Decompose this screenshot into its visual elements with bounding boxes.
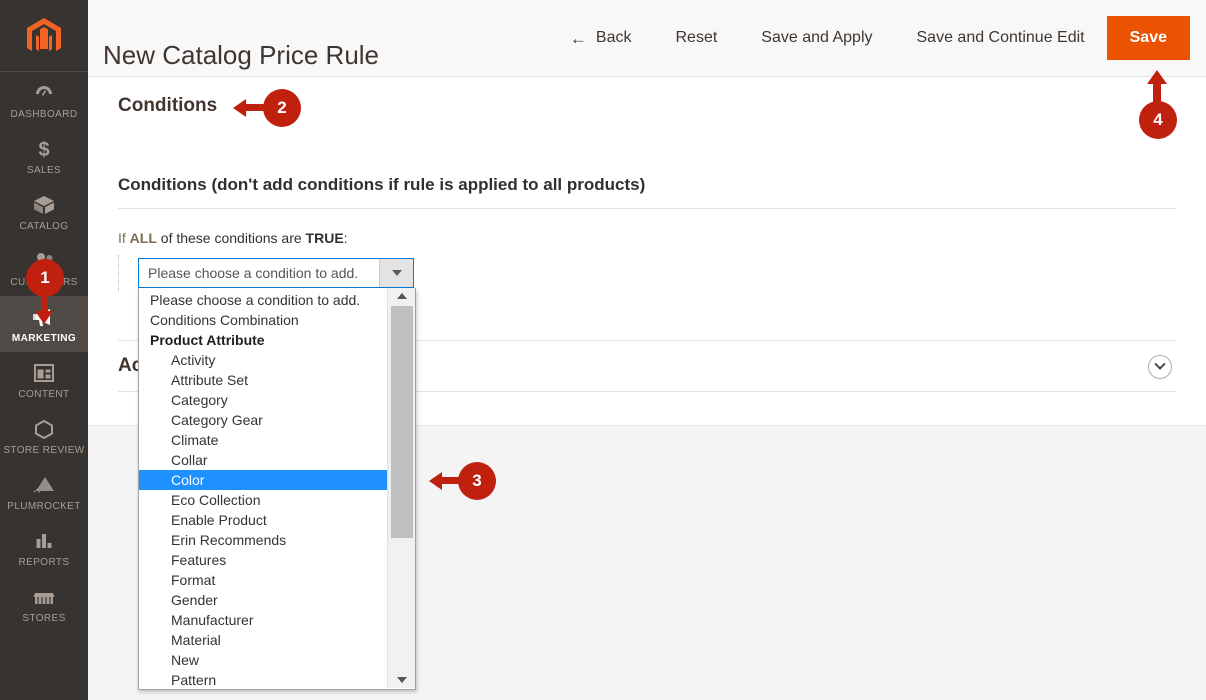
magento-logo-icon[interactable]	[0, 0, 88, 72]
condition-select-value: Please choose a condition to add.	[139, 259, 379, 287]
sidebar-item-plumrocket[interactable]: PLUMROCKET	[0, 464, 88, 520]
dropdown-option[interactable]: Format	[139, 570, 387, 590]
sidebar-item-reports[interactable]: REPORTS	[0, 520, 88, 576]
svg-text:$: $	[38, 139, 49, 160]
condition-colon: :	[344, 230, 348, 246]
scrollbar-thumb[interactable]	[391, 306, 413, 538]
condition-middle-label: of these conditions are	[161, 230, 302, 246]
sidebar-item-label: DASHBOARD	[2, 109, 86, 121]
storefront-icon	[2, 584, 86, 610]
sidebar-item-store-review[interactable]: STORE REVIEW	[0, 408, 88, 464]
dropdown-option[interactable]: Attribute Set	[139, 370, 387, 390]
arrow-left-icon: ←	[570, 30, 587, 47]
dropdown-option[interactable]: Eco Collection	[139, 490, 387, 510]
condition-select-dropdown[interactable]: Please choose a condition to add.Conditi…	[138, 288, 416, 690]
annotation-bubble-label: 2	[263, 89, 301, 127]
dropdown-option[interactable]: New	[139, 650, 387, 670]
hexagon-icon	[2, 416, 86, 442]
dropdown-option[interactable]: Enable Product	[139, 510, 387, 530]
page-header: New Catalog Price Rule ← Back Reset Save…	[88, 0, 1206, 77]
dropdown-option[interactable]: Category Gear	[139, 410, 387, 430]
layout-icon	[2, 360, 86, 386]
screen-root: DASHBOARD $ SALES CATALOG CUSTOMERS MARK…	[0, 0, 1206, 700]
save-button[interactable]: Save	[1107, 16, 1190, 60]
sidebar-item-label: STORE REVIEW	[2, 445, 86, 457]
sidebar-item-sales[interactable]: $ SALES	[0, 128, 88, 184]
condition-value-link[interactable]: TRUE	[306, 230, 344, 246]
condition-if-label: If	[118, 230, 126, 246]
sidebar-item-catalog[interactable]: CATALOG	[0, 184, 88, 240]
sidebar-item-stores[interactable]: STORES	[0, 576, 88, 632]
dropdown-option[interactable]: Activity	[139, 350, 387, 370]
sidebar-item-label: PLUMROCKET	[2, 501, 86, 513]
sidebar-item-label: REPORTS	[2, 557, 86, 569]
arrow-down-icon	[35, 311, 53, 324]
condition-aggregator-link[interactable]: ALL	[130, 230, 157, 246]
chevron-down-circle-icon[interactable]	[1148, 355, 1172, 379]
dropdown-option-selected[interactable]: Color	[139, 470, 387, 490]
condition-option-list[interactable]: Please choose a condition to add.Conditi…	[139, 288, 387, 688]
dropdown-option[interactable]: Collar	[139, 450, 387, 470]
back-button[interactable]: ← Back	[548, 19, 654, 57]
dropdown-option[interactable]: Erin Recommends	[139, 530, 387, 550]
sidebar-item-label: MARKETING	[2, 333, 86, 345]
dropdown-option[interactable]: Features	[139, 550, 387, 570]
condition-intro-text: If ALL of these conditions are TRUE:	[118, 230, 348, 246]
pyramid-icon	[2, 472, 86, 498]
annotation-marker-1: 1	[26, 259, 64, 297]
dropdown-option[interactable]: Manufacturer	[139, 610, 387, 630]
sidebar-item-label: CONTENT	[2, 389, 86, 401]
conditions-section-title: Conditions	[118, 95, 217, 117]
sidebar-item-content[interactable]: CONTENT	[0, 352, 88, 408]
sidebar-item-label: CATALOG	[2, 221, 86, 233]
dropdown-option[interactable]: Please choose a condition to add.	[139, 290, 387, 310]
header-actions: ← Back Reset Save and Apply Save and Con…	[548, 16, 1190, 60]
legend-divider	[118, 208, 1176, 209]
arrow-up-icon	[1147, 70, 1167, 84]
page-title: New Catalog Price Rule	[103, 35, 379, 75]
dropdown-option[interactable]: Pattern	[139, 670, 387, 690]
dashboard-icon	[2, 80, 86, 106]
dropdown-option[interactable]: Gender	[139, 590, 387, 610]
dropdown-option: Product Attribute	[139, 330, 387, 350]
annotation-bubble-label: 4	[1139, 101, 1177, 139]
scroll-up-arrow-icon[interactable]	[388, 288, 416, 304]
back-button-label: Back	[596, 29, 632, 47]
sidebar-item-label: SALES	[2, 165, 86, 177]
dropdown-option[interactable]: Material	[139, 630, 387, 650]
annotation-bubble-label: 3	[458, 462, 496, 500]
dropdown-option[interactable]: Conditions Combination	[139, 310, 387, 330]
scroll-down-arrow-icon[interactable]	[388, 672, 416, 688]
sidebar-item-dashboard[interactable]: DASHBOARD	[0, 72, 88, 128]
annotation-bubble-label: 1	[26, 259, 64, 297]
dollar-icon: $	[2, 136, 86, 162]
sidebar-item-label: STORES	[2, 613, 86, 625]
reset-button[interactable]: Reset	[654, 19, 740, 57]
conditions-fieldset-legend: Conditions (don't add conditions if rule…	[118, 175, 645, 195]
caret-down-icon[interactable]	[379, 259, 413, 287]
dropdown-scrollbar[interactable]	[387, 288, 415, 688]
condition-tree-guide	[118, 255, 139, 291]
save-and-apply-button[interactable]: Save and Apply	[739, 19, 894, 57]
dropdown-option[interactable]: Climate	[139, 430, 387, 450]
box-icon	[2, 192, 86, 218]
bar-chart-icon	[2, 528, 86, 554]
save-and-continue-edit-button[interactable]: Save and Continue Edit	[895, 19, 1107, 57]
condition-select[interactable]: Please choose a condition to add.	[138, 258, 414, 288]
admin-sidebar: DASHBOARD $ SALES CATALOG CUSTOMERS MARK…	[0, 0, 88, 700]
dropdown-option[interactable]: Category	[139, 390, 387, 410]
